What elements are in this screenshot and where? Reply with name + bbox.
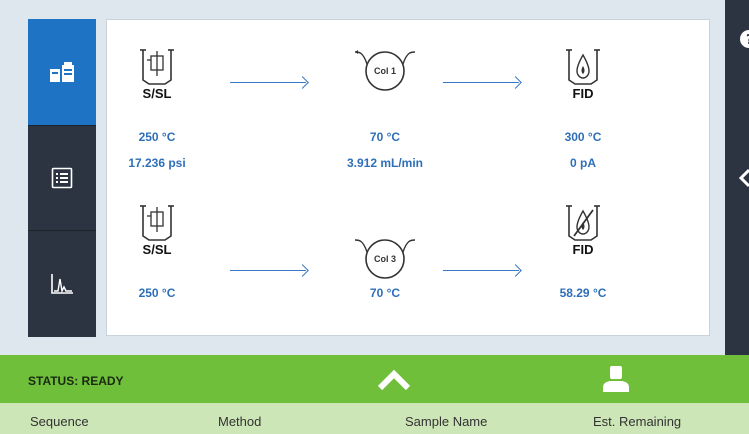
list-icon	[51, 167, 73, 189]
inlet-temp: 250 °C	[138, 286, 176, 300]
column-flow: 3.912 mL/min	[346, 156, 424, 170]
instrument-icon	[50, 62, 74, 82]
inlet-icon	[140, 205, 174, 241]
detector-name: FID	[572, 242, 594, 257]
detector-1-readings: 300 °C 0 pA	[533, 130, 633, 170]
detector-signal: 0 pA	[569, 156, 596, 170]
inlet-1-readings: 250 °C 17.236 psi	[107, 130, 207, 170]
inlet-icon	[140, 49, 174, 85]
inlet-pressure: 17.236 psi	[128, 156, 186, 170]
column-header-est-remaining[interactable]: Est. Remaining	[593, 414, 681, 429]
flow-arrow	[443, 82, 519, 83]
flow-path-panel: S/SL 250 °C 17.236 psi Col 1 70 °C 3.912…	[106, 19, 710, 336]
column-header-sample-name[interactable]: Sample Name	[405, 414, 487, 429]
inlet-2[interactable]: S/SL	[107, 202, 207, 257]
sidebar-item-sequence[interactable]	[28, 126, 96, 231]
user-icon[interactable]	[602, 365, 630, 393]
detector-name: FID	[572, 86, 594, 101]
chevron-up-icon[interactable]	[377, 369, 411, 391]
inlet-name: S/SL	[142, 242, 172, 257]
sequence-table-header: Sequence Method Sample Name Est. Remaini…	[0, 403, 749, 434]
column-1[interactable]: Col 1	[335, 46, 435, 92]
detector-2[interactable]: FID	[533, 202, 633, 257]
chevron-left-icon[interactable]	[738, 168, 749, 188]
flame-detector-off-icon	[566, 205, 600, 241]
detector-2-readings: 58.29 °C	[533, 286, 633, 300]
column-header-sequence[interactable]: Sequence	[30, 414, 89, 429]
flame-detector-icon	[566, 49, 600, 85]
status-text: STATUS: READY	[28, 374, 124, 388]
column-label: Col 1	[373, 66, 396, 76]
help-icon[interactable]: ?	[738, 30, 749, 48]
inlet-2-readings: 250 °C	[107, 286, 207, 300]
chromatogram-icon	[51, 274, 73, 294]
status-bar: STATUS: READY	[0, 355, 749, 403]
sidebar-item-chromatogram[interactable]	[28, 231, 96, 337]
detector-1[interactable]: FID	[533, 46, 633, 101]
flow-arrow	[443, 270, 519, 271]
column-1-readings: 70 °C 3.912 mL/min	[335, 130, 435, 170]
column-temp: 70 °C	[369, 130, 401, 144]
sidebar-item-instrument[interactable]	[28, 19, 96, 126]
column-temp: 70 °C	[369, 286, 401, 300]
detector-temp: 300 °C	[564, 130, 602, 144]
detector-temp: 58.29 °C	[559, 286, 607, 300]
column-3-readings: 70 °C	[335, 286, 435, 300]
flow-arrow	[230, 270, 306, 271]
inlet-1[interactable]: S/SL	[107, 46, 207, 101]
column-label: Col 3	[373, 254, 396, 264]
inlet-temp: 250 °C	[138, 130, 176, 144]
inlet-name: S/SL	[142, 86, 172, 101]
column-header-method[interactable]: Method	[218, 414, 261, 429]
column-3[interactable]: Col 3	[335, 234, 435, 280]
flow-arrow	[230, 82, 306, 83]
